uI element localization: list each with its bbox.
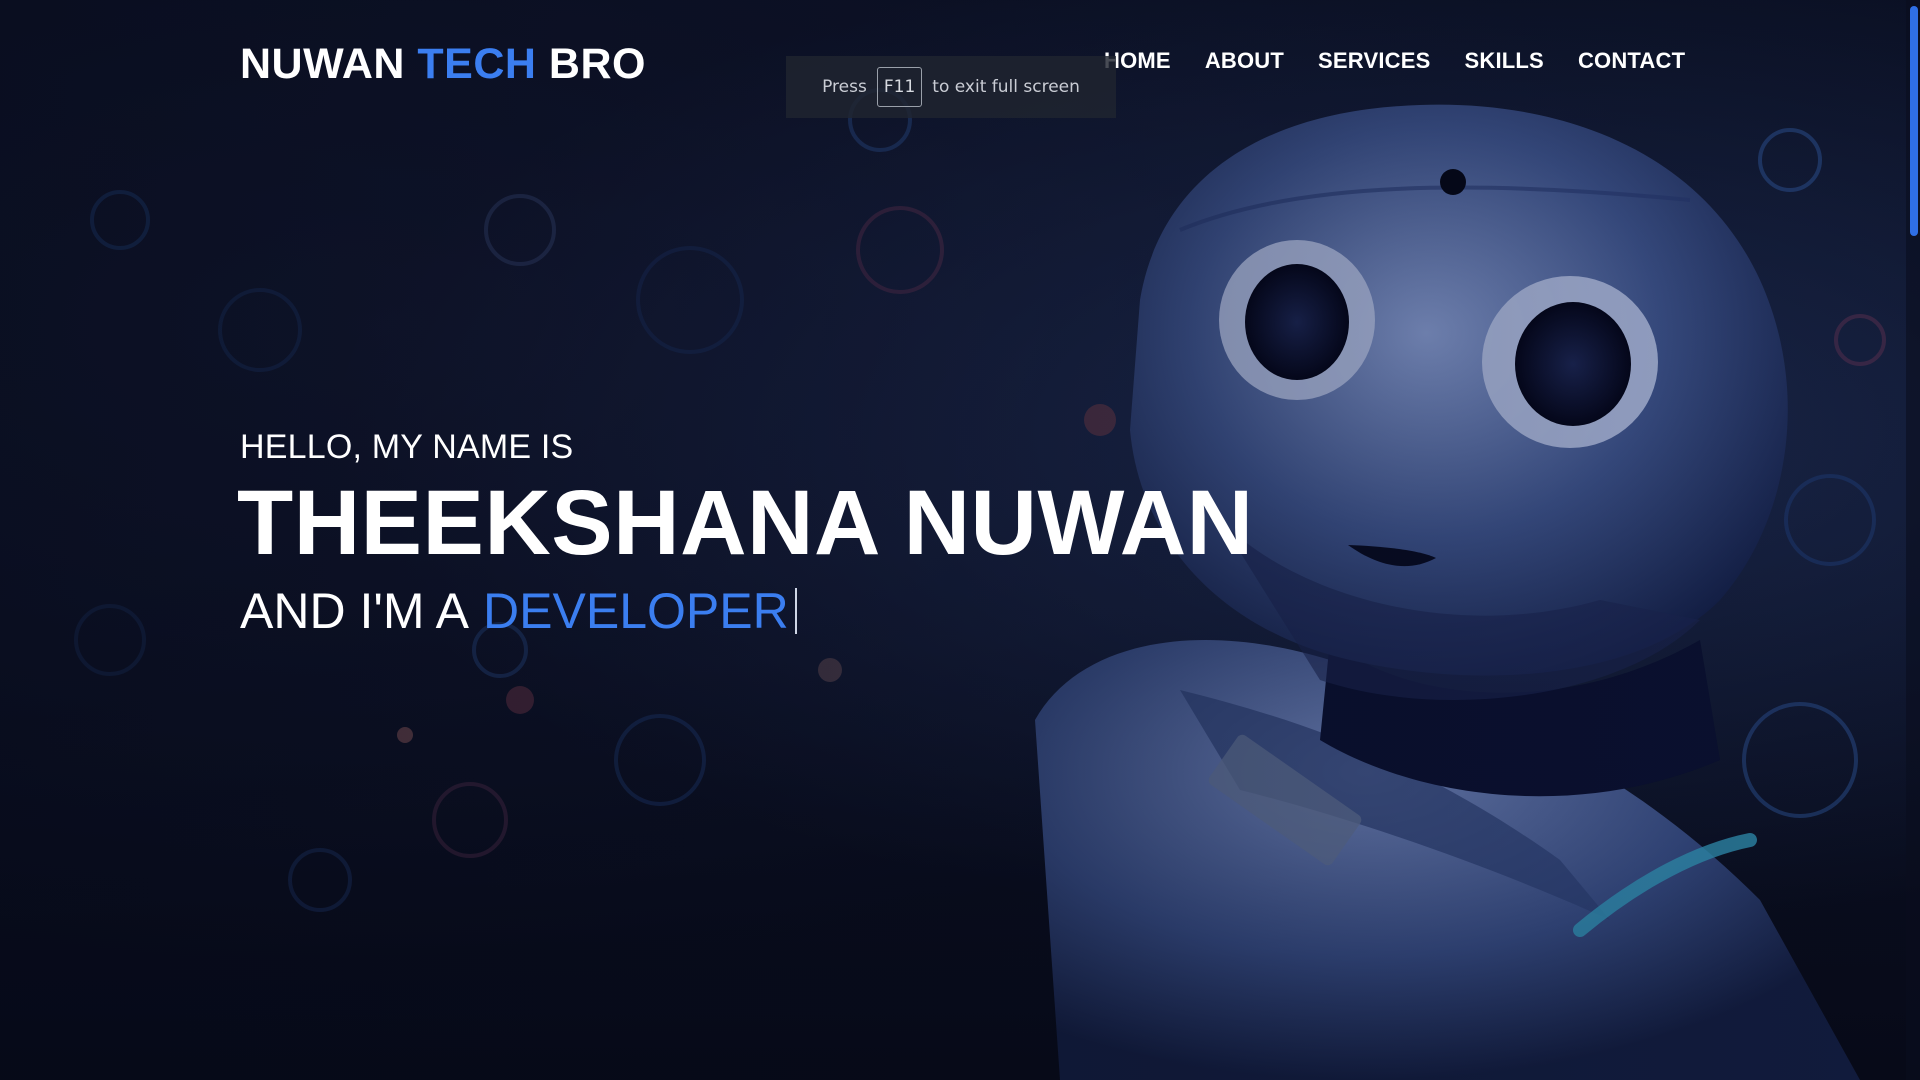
page-scrollbar[interactable] (1906, 0, 1920, 1080)
nav-link-contact[interactable]: CONTACT (1578, 48, 1685, 74)
hero-greeting: HELLO, MY NAME IS (240, 428, 574, 466)
nav-link-about[interactable]: ABOUT (1205, 48, 1284, 74)
logo-part-3: BRO (548, 40, 646, 88)
hero-role-prefix: AND I'M A (240, 582, 470, 639)
scrollbar-thumb[interactable] (1910, 6, 1918, 236)
hero-name: THEEKSHANA NUWAN (237, 472, 1254, 574)
site-logo[interactable]: NUWAN TECH BRO (240, 40, 646, 89)
typing-cursor (794, 587, 797, 634)
hero-intro: HELLO, MY NAME IS THEEKSHANA NUWAN AND I… (237, 428, 1254, 640)
logo-part-1: NUWAN (240, 40, 405, 88)
nav-link-skills[interactable]: SKILLS (1465, 48, 1544, 74)
hero-role: AND I'M A DEVELOPER (240, 582, 1254, 640)
nav-link-services[interactable]: SERVICES (1318, 48, 1430, 74)
fullscreen-notice: Press F11 to exit full screen (786, 56, 1116, 118)
fullscreen-notice-suffix: to exit full screen (932, 77, 1080, 97)
fullscreen-notice-prefix: Press (822, 77, 867, 97)
logo-part-2: TECH (417, 40, 537, 88)
fullscreen-key-badge: F11 (876, 67, 923, 107)
hero-role-typed: DEVELOPER (483, 582, 789, 639)
main-navigation: HOME ABOUT SERVICES SKILLS CONTACT (1104, 48, 1685, 74)
